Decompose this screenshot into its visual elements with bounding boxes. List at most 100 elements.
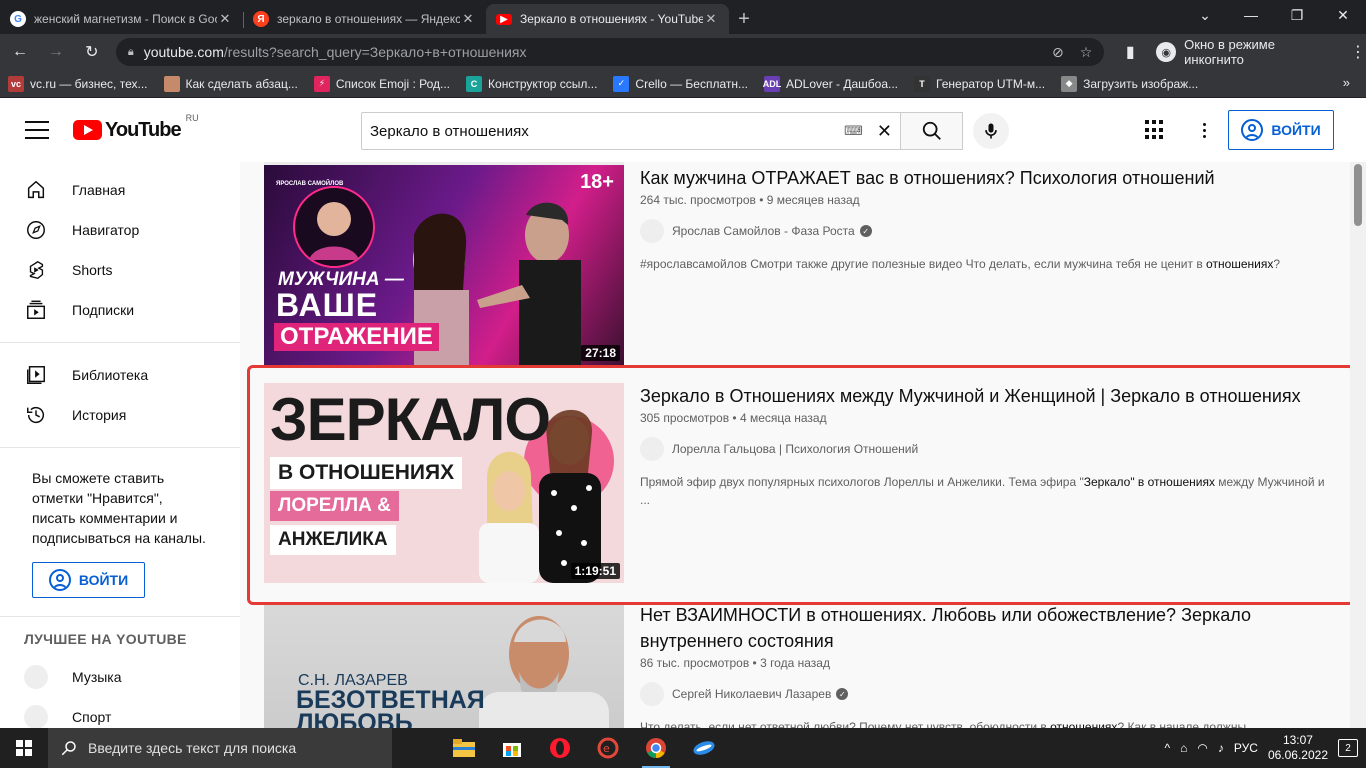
scrollbar-thumb[interactable] bbox=[1354, 164, 1362, 226]
minimize-icon[interactable]: — bbox=[1228, 0, 1274, 30]
browser-menu-icon[interactable]: ⋮ bbox=[1350, 42, 1366, 62]
sidebar-item-label: Shorts bbox=[72, 262, 113, 278]
window-controls: ⌄ — ❐ ✕ bbox=[1182, 0, 1366, 30]
url-path: /results?search_query=Зеркало+в+отношени… bbox=[223, 44, 527, 60]
sidebar-item-label: Навигатор bbox=[72, 222, 140, 238]
lock-icon[interactable]: 🔒︎ bbox=[128, 46, 134, 59]
youtube-logo[interactable]: YouTube RU bbox=[73, 113, 199, 142]
bookmarks-overflow-icon[interactable]: » bbox=[1343, 75, 1350, 90]
sidebar-item-label: Спорт bbox=[72, 709, 112, 725]
clear-search-icon[interactable]: ✕ bbox=[877, 121, 892, 142]
bookmark-item[interactable]: ⚡ Список Emoji : Род... bbox=[313, 75, 450, 92]
channel-avatar[interactable] bbox=[640, 219, 664, 243]
video-description: Прямой эфир двух популярных психологов Л… bbox=[640, 475, 1325, 507]
video-thumbnail[interactable]: ЯРОСЛАВ САМОЙЛОВ 18+ МУЖЧИНА — ВАШЕ ОТРА… bbox=[264, 165, 624, 365]
video-title[interactable]: Как мужчина ОТРАЖАЕТ вас в отношениях? П… bbox=[640, 165, 1334, 191]
video-result[interactable]: С.Н. ЛАЗАРЕВ БЕЗОТВЕТНАЯ ЛЮБОВЬ Нет ВЗАИ… bbox=[264, 602, 1344, 728]
sidebar-item-library[interactable]: Библиотека bbox=[0, 355, 240, 395]
close-tab-icon[interactable]: ✕ bbox=[460, 11, 476, 27]
sidebar-item-shorts[interactable]: Shorts bbox=[0, 250, 240, 290]
incognito-indicator[interactable]: ◉ Окно в режиме инкогнито bbox=[1156, 37, 1338, 67]
close-tab-icon[interactable]: ✕ bbox=[703, 11, 719, 27]
restore-icon[interactable]: ❐ bbox=[1274, 0, 1320, 30]
eye-off-icon[interactable]: ⊘ bbox=[1052, 44, 1064, 61]
browser-tab-strip: G женский магнетизм - Поиск в Google ✕ Я… bbox=[0, 0, 1366, 34]
subscriptions-icon bbox=[24, 298, 48, 322]
opera-icon[interactable] bbox=[536, 728, 584, 768]
bookmark-item[interactable]: ◆ Загрузить изображ... bbox=[1061, 75, 1198, 92]
keyboard-icon[interactable]: ⌨ bbox=[844, 123, 863, 139]
sidebar-item-home[interactable]: Главная bbox=[0, 170, 240, 210]
language-indicator[interactable]: РУС bbox=[1234, 741, 1258, 755]
address-bar[interactable]: 🔒︎ youtube.com/results?search_query=Зерк… bbox=[115, 38, 1105, 66]
bookmark-item[interactable]: ✓ Crello — Бесплатн... bbox=[613, 75, 748, 92]
search-button[interactable] bbox=[900, 112, 963, 150]
voice-search-button[interactable] bbox=[973, 113, 1009, 149]
sidebar-divider bbox=[0, 342, 240, 343]
sidebar-item-subscriptions[interactable]: Подписки bbox=[0, 290, 240, 330]
file-explorer-icon[interactable] bbox=[440, 728, 488, 768]
bookmark-item[interactable]: T Генератор UTM-м... bbox=[914, 75, 1045, 92]
bookmark-item[interactable]: Как сделать абзац... bbox=[163, 75, 298, 92]
sidebar-item-explore[interactable]: Навигатор bbox=[0, 210, 240, 250]
microsoft-store-icon[interactable] bbox=[488, 728, 536, 768]
sidebar-item-sport[interactable]: Спорт bbox=[0, 697, 240, 728]
thumbnail-brand: ЯРОСЛАВ САМОЙЛОВ bbox=[276, 181, 344, 187]
volume-icon[interactable]: ♪ bbox=[1218, 741, 1224, 755]
channel-avatar[interactable] bbox=[640, 682, 664, 706]
channel-link[interactable]: Сергей Николаевич Лазарев ✓ bbox=[640, 682, 1334, 706]
chevron-up-icon[interactable]: ^ bbox=[1165, 741, 1171, 755]
sidebar-item-music[interactable]: Музыка bbox=[0, 657, 240, 697]
edge-legacy-icon[interactable]: e bbox=[584, 728, 632, 768]
page-scrollbar[interactable] bbox=[1350, 162, 1366, 728]
video-result[interactable]: ЯРОСЛАВ САМОЙЛОВ 18+ МУЖЧИНА — ВАШЕ ОТРА… bbox=[264, 165, 1344, 365]
browser-tab-active[interactable]: ▶ Зеркало в отношениях - YouTube ✕ bbox=[486, 4, 729, 34]
video-title[interactable]: Нет ВЗАИМНОСТИ в отношениях. Любовь или … bbox=[640, 602, 1334, 654]
channel-name: Сергей Николаевич Лазарев bbox=[672, 687, 832, 701]
search-input[interactable]: Зеркало в отношениях ⌨ ✕ bbox=[361, 112, 901, 150]
bookmark-label: Конструктор ссыл... bbox=[488, 76, 598, 91]
thumbnail-text-line: ЛОРЕЛЛА & bbox=[270, 491, 399, 521]
video-thumbnail[interactable]: С.Н. ЛАЗАРЕВ БЕЗОТВЕТНАЯ ЛЮБОВЬ bbox=[264, 602, 624, 728]
notification-icon[interactable]: 2 bbox=[1338, 739, 1358, 757]
chrome-icon[interactable] bbox=[632, 728, 680, 768]
menu-icon[interactable] bbox=[25, 121, 49, 139]
bookmark-star-icon[interactable]: ☆ bbox=[1080, 44, 1093, 61]
verified-icon: ✓ bbox=[859, 225, 872, 237]
chevron-down-icon[interactable]: ⌄ bbox=[1182, 0, 1228, 30]
sidebar-signin-button[interactable]: ВОЙТИ bbox=[32, 562, 145, 598]
bookmark-item[interactable]: C Конструктор ссыл... bbox=[466, 75, 598, 92]
wifi-icon[interactable]: ◠ bbox=[1197, 741, 1207, 755]
clock[interactable]: 13:07 06.06.2022 bbox=[1268, 733, 1328, 763]
browser-tab[interactable]: Я зеркало в отношениях — Яндекс ✕ bbox=[243, 4, 486, 34]
settings-more-icon[interactable] bbox=[1203, 122, 1206, 138]
windows-start-icon[interactable] bbox=[0, 728, 48, 768]
channel-link[interactable]: Лорелла Гальцова | Психология Отношений bbox=[640, 437, 1334, 461]
channel-avatar[interactable] bbox=[640, 437, 664, 461]
close-tab-icon[interactable]: ✕ bbox=[217, 11, 233, 27]
new-tab-button[interactable]: + bbox=[729, 4, 759, 34]
sidebar-item-history[interactable]: История bbox=[0, 395, 240, 435]
taskbar-search-input[interactable]: Введите здесь текст для поиска bbox=[48, 728, 392, 768]
bookmark-item[interactable]: vc vc.ru — бизнес, тех... bbox=[8, 75, 148, 92]
video-description: #ярославсамойлов Смотри также другие пол… bbox=[640, 257, 1281, 271]
video-title[interactable]: Зеркало в Отношениях между Мужчиной и Же… bbox=[640, 383, 1334, 409]
reload-icon[interactable]: ↻ bbox=[76, 37, 108, 67]
channel-link[interactable]: Ярослав Самойлов - Фаза Роста ✓ bbox=[640, 219, 1334, 243]
apps-grid-icon[interactable] bbox=[1145, 120, 1165, 140]
search-query: Зеркало в отношениях bbox=[370, 122, 529, 140]
country-code: RU bbox=[185, 112, 199, 123]
youtube-header: YouTube RU Зеркало в отношениях ⌨ ✕ ВОЙТ… bbox=[0, 98, 1366, 162]
close-window-icon[interactable]: ✕ bbox=[1320, 0, 1366, 30]
app-icon[interactable] bbox=[680, 728, 728, 768]
browser-tab[interactable]: G женский магнетизм - Поиск в Google ✕ bbox=[0, 4, 243, 34]
video-result[interactable]: ЗЕРКАЛО В ОТНОШЕНИЯХ ЛОРЕЛЛА & АНЖЕЛИКА … bbox=[264, 383, 1344, 583]
sidepanel-icon[interactable]: ▮ bbox=[1114, 37, 1146, 67]
signin-button[interactable]: ВОЙТИ bbox=[1228, 110, 1334, 150]
forward-arrow-icon[interactable]: → bbox=[40, 37, 72, 67]
back-arrow-icon[interactable]: ← bbox=[4, 37, 36, 67]
network-icon[interactable]: ⌂ bbox=[1180, 741, 1187, 755]
logo-text: YouTube bbox=[105, 118, 182, 141]
bookmark-item[interactable]: ADL ADLover - Дашбоа... bbox=[763, 75, 898, 92]
video-thumbnail[interactable]: ЗЕРКАЛО В ОТНОШЕНИЯХ ЛОРЕЛЛА & АНЖЕЛИКА … bbox=[264, 383, 624, 583]
